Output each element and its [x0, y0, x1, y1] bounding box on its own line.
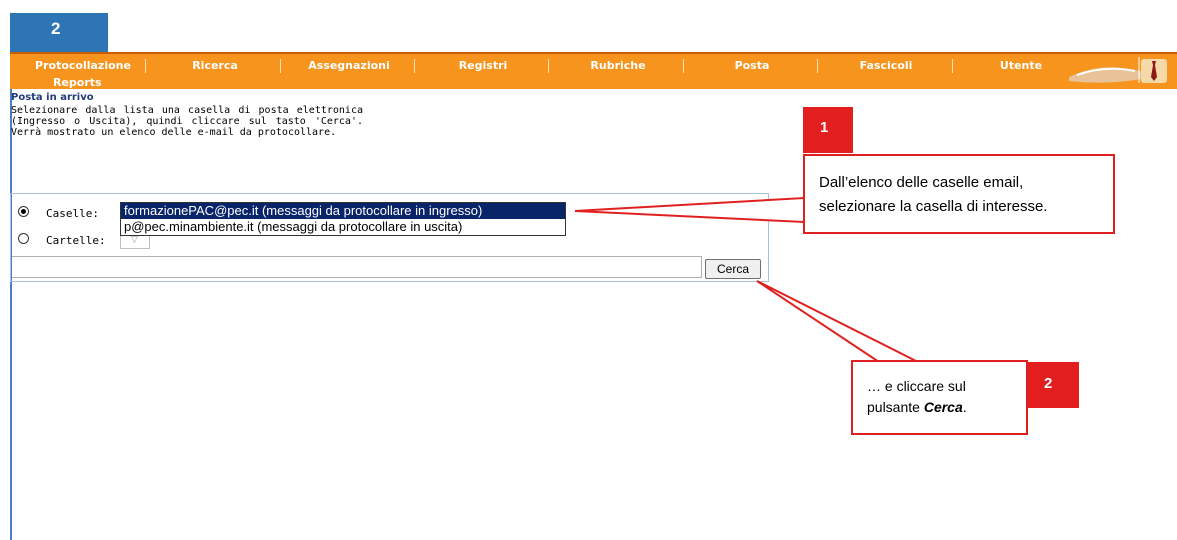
callout-badge-2: 2 — [1028, 362, 1079, 408]
callout-text-part: . — [962, 399, 967, 415]
header-decoration-icon — [1069, 57, 1167, 83]
step-badge-top: 2 — [10, 13, 108, 52]
nav-separator — [952, 59, 953, 73]
nav-separator — [817, 59, 818, 73]
main-navigation-bar: Protocollazione Ricerca Assegnazioni Reg… — [10, 52, 1177, 89]
callout-badge-1: 1 — [803, 107, 853, 153]
nav-separator — [145, 59, 146, 73]
content-left-border — [10, 89, 12, 540]
nav-item-assegnazioni[interactable]: Assegnazioni — [285, 59, 413, 72]
nav-item-protocollazione[interactable]: Protocollazione — [23, 59, 143, 72]
nav-item-rubriche[interactable]: Rubriche — [552, 59, 684, 72]
nav-separator — [414, 59, 415, 73]
callout-text-part: pulsante — [867, 399, 924, 415]
nav-item-ricerca[interactable]: Ricerca — [150, 59, 280, 72]
cerca-button[interactable]: Cerca — [705, 259, 761, 279]
caselle-dropdown-list[interactable]: formazionePAC@pec.it (messaggi da protoc… — [120, 202, 566, 236]
nav-separator — [683, 59, 684, 73]
nav-separator — [280, 59, 281, 73]
nav-item-utente[interactable]: Utente — [956, 59, 1086, 72]
nav-item-reports[interactable]: Reports — [53, 76, 102, 89]
callout-text-line: Dall’elenco delle caselle email, — [819, 174, 1024, 191]
nav-item-posta[interactable]: Posta — [687, 59, 817, 72]
cartelle-label: Cartelle: — [46, 234, 106, 247]
search-input[interactable] — [12, 256, 702, 278]
callout-text-line: … e cliccare sul — [867, 378, 966, 394]
nav-item-registri[interactable]: Registri — [418, 59, 548, 72]
nav-item-fascicoli[interactable]: Fascicoli — [821, 59, 951, 72]
callout-select-mailbox: Dall’elenco delle caselle email, selezio… — [803, 154, 1115, 234]
nav-separator — [548, 59, 549, 73]
callout-text-emphasis: Cerca — [923, 399, 963, 415]
callout-text-line: selezionare la casella di interesse. — [819, 198, 1048, 215]
caselle-radio[interactable] — [18, 206, 29, 217]
page-title: Posta in arrivo — [11, 92, 94, 103]
instructions-text: Selezionare dalla lista una casella di p… — [11, 105, 363, 138]
dropdown-option[interactable]: p@pec.minambiente.it (messaggi da protoc… — [121, 219, 565, 235]
chevron-down-icon: ▽ — [131, 235, 138, 245]
callout-text-line: pulsante Cerca. — [867, 397, 967, 418]
dropdown-option[interactable]: formazionePAC@pec.it (messaggi da protoc… — [121, 203, 565, 219]
callout-click-search: … e cliccare sul pulsante Cerca. — [851, 360, 1028, 435]
cartelle-radio[interactable] — [18, 233, 29, 244]
caselle-label: Caselle: — [46, 207, 99, 220]
